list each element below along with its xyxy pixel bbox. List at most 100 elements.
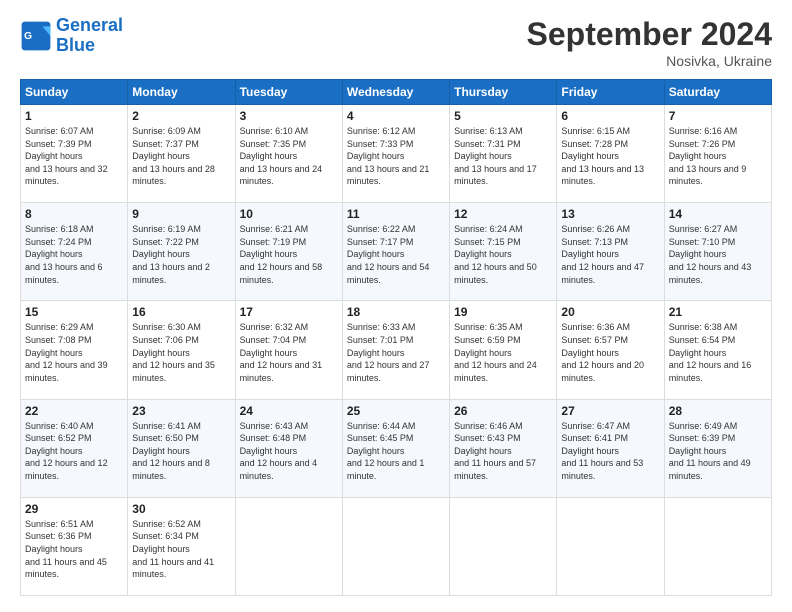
logo: G General Blue	[20, 16, 123, 56]
day-header-thursday: Thursday	[450, 80, 557, 105]
cell-text: Sunrise: 6:38 AMSunset: 6:54 PMDaylight …	[669, 322, 752, 382]
day-number: 1	[25, 109, 123, 123]
cell-text: Sunrise: 6:07 AMSunset: 7:39 PMDaylight …	[25, 126, 108, 186]
day-number: 27	[561, 404, 659, 418]
cell-text: Sunrise: 6:52 AMSunset: 6:34 PMDaylight …	[132, 519, 214, 579]
day-header-tuesday: Tuesday	[235, 80, 342, 105]
calendar-week-row: 15 Sunrise: 6:29 AMSunset: 7:08 PMDaylig…	[21, 301, 772, 399]
svg-text:G: G	[24, 31, 32, 42]
calendar-cell: 3 Sunrise: 6:10 AMSunset: 7:35 PMDayligh…	[235, 105, 342, 203]
cell-text: Sunrise: 6:16 AMSunset: 7:26 PMDaylight …	[669, 126, 747, 186]
logo-line1: General	[56, 15, 123, 35]
page: G General Blue September 2024 Nosivka, U…	[0, 0, 792, 612]
day-header-sunday: Sunday	[21, 80, 128, 105]
cell-text: Sunrise: 6:51 AMSunset: 6:36 PMDaylight …	[25, 519, 107, 579]
day-number: 19	[454, 305, 552, 319]
calendar-cell: 5 Sunrise: 6:13 AMSunset: 7:31 PMDayligh…	[450, 105, 557, 203]
cell-text: Sunrise: 6:44 AMSunset: 6:45 PMDaylight …	[347, 421, 425, 481]
calendar-cell: 21 Sunrise: 6:38 AMSunset: 6:54 PMDaylig…	[664, 301, 771, 399]
calendar-week-row: 29 Sunrise: 6:51 AMSunset: 6:36 PMDaylig…	[21, 497, 772, 595]
day-number: 6	[561, 109, 659, 123]
calendar-week-row: 1 Sunrise: 6:07 AMSunset: 7:39 PMDayligh…	[21, 105, 772, 203]
day-number: 9	[132, 207, 230, 221]
day-number: 17	[240, 305, 338, 319]
cell-text: Sunrise: 6:21 AMSunset: 7:19 PMDaylight …	[240, 224, 323, 284]
calendar-cell: 27 Sunrise: 6:47 AMSunset: 6:41 PMDaylig…	[557, 399, 664, 497]
day-number: 8	[25, 207, 123, 221]
calendar-cell: 24 Sunrise: 6:43 AMSunset: 6:48 PMDaylig…	[235, 399, 342, 497]
day-number: 15	[25, 305, 123, 319]
calendar-cell: 17 Sunrise: 6:32 AMSunset: 7:04 PMDaylig…	[235, 301, 342, 399]
calendar-week-row: 8 Sunrise: 6:18 AMSunset: 7:24 PMDayligh…	[21, 203, 772, 301]
calendar-cell: 4 Sunrise: 6:12 AMSunset: 7:33 PMDayligh…	[342, 105, 449, 203]
cell-text: Sunrise: 6:18 AMSunset: 7:24 PMDaylight …	[25, 224, 103, 284]
cell-text: Sunrise: 6:29 AMSunset: 7:08 PMDaylight …	[25, 322, 108, 382]
cell-text: Sunrise: 6:41 AMSunset: 6:50 PMDaylight …	[132, 421, 210, 481]
calendar-cell: 11 Sunrise: 6:22 AMSunset: 7:17 PMDaylig…	[342, 203, 449, 301]
calendar-cell: 10 Sunrise: 6:21 AMSunset: 7:19 PMDaylig…	[235, 203, 342, 301]
cell-text: Sunrise: 6:24 AMSunset: 7:15 PMDaylight …	[454, 224, 537, 284]
day-number: 2	[132, 109, 230, 123]
cell-text: Sunrise: 6:47 AMSunset: 6:41 PMDaylight …	[561, 421, 643, 481]
calendar-cell: 28 Sunrise: 6:49 AMSunset: 6:39 PMDaylig…	[664, 399, 771, 497]
calendar-cell: 18 Sunrise: 6:33 AMSunset: 7:01 PMDaylig…	[342, 301, 449, 399]
day-number: 4	[347, 109, 445, 123]
cell-text: Sunrise: 6:30 AMSunset: 7:06 PMDaylight …	[132, 322, 215, 382]
logo-line2: Blue	[56, 35, 95, 55]
day-number: 21	[669, 305, 767, 319]
cell-text: Sunrise: 6:19 AMSunset: 7:22 PMDaylight …	[132, 224, 210, 284]
month-title: September 2024	[527, 16, 772, 53]
day-number: 28	[669, 404, 767, 418]
day-number: 30	[132, 502, 230, 516]
day-number: 23	[132, 404, 230, 418]
calendar-cell: 7 Sunrise: 6:16 AMSunset: 7:26 PMDayligh…	[664, 105, 771, 203]
day-number: 10	[240, 207, 338, 221]
cell-text: Sunrise: 6:09 AMSunset: 7:37 PMDaylight …	[132, 126, 215, 186]
day-number: 7	[669, 109, 767, 123]
calendar-cell: 14 Sunrise: 6:27 AMSunset: 7:10 PMDaylig…	[664, 203, 771, 301]
day-number: 20	[561, 305, 659, 319]
cell-text: Sunrise: 6:36 AMSunset: 6:57 PMDaylight …	[561, 322, 644, 382]
calendar-cell: 16 Sunrise: 6:30 AMSunset: 7:06 PMDaylig…	[128, 301, 235, 399]
calendar-cell: 25 Sunrise: 6:44 AMSunset: 6:45 PMDaylig…	[342, 399, 449, 497]
day-number: 29	[25, 502, 123, 516]
day-number: 12	[454, 207, 552, 221]
cell-text: Sunrise: 6:26 AMSunset: 7:13 PMDaylight …	[561, 224, 644, 284]
cell-text: Sunrise: 6:13 AMSunset: 7:31 PMDaylight …	[454, 126, 537, 186]
day-number: 11	[347, 207, 445, 221]
calendar-cell: 6 Sunrise: 6:15 AMSunset: 7:28 PMDayligh…	[557, 105, 664, 203]
day-number: 26	[454, 404, 552, 418]
day-number: 18	[347, 305, 445, 319]
day-header-wednesday: Wednesday	[342, 80, 449, 105]
title-block: September 2024 Nosivka, Ukraine	[527, 16, 772, 69]
calendar-cell: 30 Sunrise: 6:52 AMSunset: 6:34 PMDaylig…	[128, 497, 235, 595]
cell-text: Sunrise: 6:49 AMSunset: 6:39 PMDaylight …	[669, 421, 751, 481]
day-header-saturday: Saturday	[664, 80, 771, 105]
cell-text: Sunrise: 6:40 AMSunset: 6:52 PMDaylight …	[25, 421, 108, 481]
calendar-week-row: 22 Sunrise: 6:40 AMSunset: 6:52 PMDaylig…	[21, 399, 772, 497]
calendar-cell: 1 Sunrise: 6:07 AMSunset: 7:39 PMDayligh…	[21, 105, 128, 203]
calendar-cell: 12 Sunrise: 6:24 AMSunset: 7:15 PMDaylig…	[450, 203, 557, 301]
calendar-cell: 15 Sunrise: 6:29 AMSunset: 7:08 PMDaylig…	[21, 301, 128, 399]
calendar-cell: 9 Sunrise: 6:19 AMSunset: 7:22 PMDayligh…	[128, 203, 235, 301]
day-number: 14	[669, 207, 767, 221]
calendar-cell: 2 Sunrise: 6:09 AMSunset: 7:37 PMDayligh…	[128, 105, 235, 203]
calendar-cell: 20 Sunrise: 6:36 AMSunset: 6:57 PMDaylig…	[557, 301, 664, 399]
calendar-cell	[664, 497, 771, 595]
calendar-cell: 23 Sunrise: 6:41 AMSunset: 6:50 PMDaylig…	[128, 399, 235, 497]
calendar-cell: 26 Sunrise: 6:46 AMSunset: 6:43 PMDaylig…	[450, 399, 557, 497]
day-number: 25	[347, 404, 445, 418]
day-header-monday: Monday	[128, 80, 235, 105]
day-number: 5	[454, 109, 552, 123]
calendar-table: SundayMondayTuesdayWednesdayThursdayFrid…	[20, 79, 772, 596]
calendar-cell: 19 Sunrise: 6:35 AMSunset: 6:59 PMDaylig…	[450, 301, 557, 399]
header: G General Blue September 2024 Nosivka, U…	[20, 16, 772, 69]
calendar-cell: 22 Sunrise: 6:40 AMSunset: 6:52 PMDaylig…	[21, 399, 128, 497]
cell-text: Sunrise: 6:27 AMSunset: 7:10 PMDaylight …	[669, 224, 752, 284]
cell-text: Sunrise: 6:46 AMSunset: 6:43 PMDaylight …	[454, 421, 536, 481]
logo-text: General Blue	[56, 16, 123, 56]
calendar-cell	[450, 497, 557, 595]
day-number: 16	[132, 305, 230, 319]
calendar-header-row: SundayMondayTuesdayWednesdayThursdayFrid…	[21, 80, 772, 105]
day-number: 22	[25, 404, 123, 418]
